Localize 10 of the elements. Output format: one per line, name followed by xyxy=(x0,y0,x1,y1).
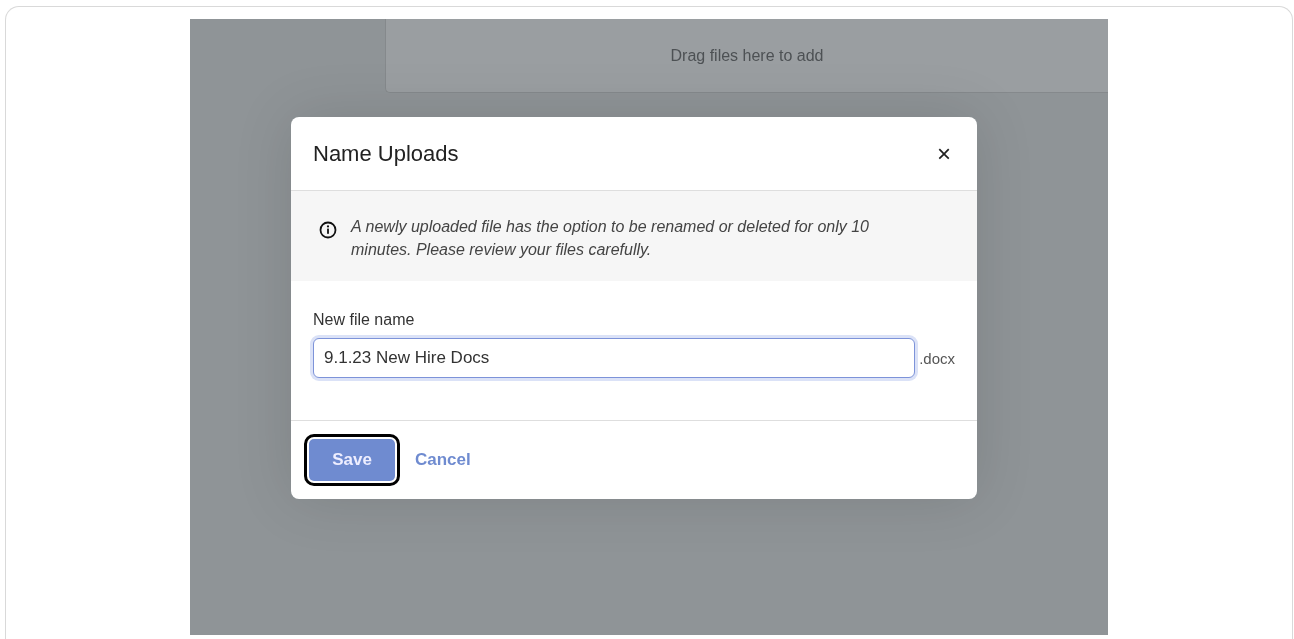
dropzone-text: Drag files here to add xyxy=(670,46,824,65)
close-button[interactable]: × xyxy=(933,139,955,168)
file-extension: .docx xyxy=(919,349,955,367)
dialog-title: Name Uploads xyxy=(313,140,459,167)
notice-text: A newly uploaded file has the option to be renamed or deleted for only 10 minutes. Please review your files carefully. xyxy=(351,217,870,260)
cancel-link[interactable]: Cancel xyxy=(409,449,477,471)
info-icon xyxy=(319,221,337,239)
field-label: New file name xyxy=(313,311,416,329)
file-name-field[interactable]: 9.1.23 New Hire Docs xyxy=(313,338,916,378)
dropzone[interactable]: Drag files here to add xyxy=(385,19,1108,93)
